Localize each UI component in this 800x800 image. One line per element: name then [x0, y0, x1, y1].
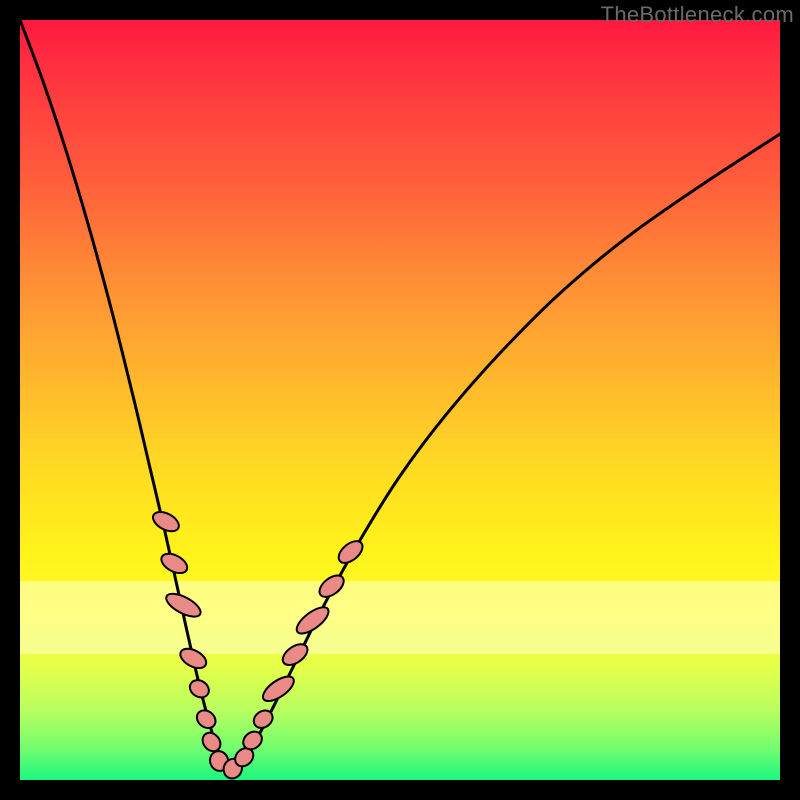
bottleneck-chart	[20, 20, 780, 780]
data-marker	[187, 677, 212, 701]
data-marker	[293, 603, 333, 639]
data-marker	[193, 707, 219, 732]
watermark-text: TheBottleneck.com	[601, 2, 794, 28]
curve-line	[20, 20, 780, 771]
data-marker	[158, 550, 190, 577]
data-marker	[335, 537, 367, 567]
data-marker	[316, 571, 348, 601]
data-marker	[150, 508, 182, 535]
data-marker	[259, 672, 298, 706]
data-marker	[177, 645, 209, 672]
